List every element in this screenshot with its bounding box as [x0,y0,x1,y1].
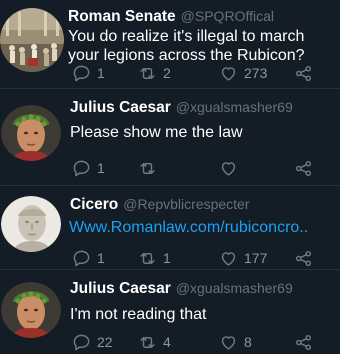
reply-icon [73,65,90,81]
tweet-feed: Roman Senate @SPQROffical You do realize … [0,0,340,354]
retweet-icon [140,162,155,174]
retweet-icon [140,252,155,264]
tweet-header: Julius Caesar @xgualsmasher69 [70,99,293,117]
tweet-actions: 22 4 8 [72,331,327,353]
reply-count: 1 [97,250,105,266]
reply-count: 1 [97,160,105,176]
display-name[interactable]: Cicero [70,196,118,213]
share-icon [295,334,312,350]
cicero-bust-avatar[interactable] [1,196,61,252]
retweet-icon [140,67,155,79]
retweet-count: 4 [163,334,171,350]
tweet-header: Cicero @Repvblicrespecter [70,196,250,214]
display-name[interactable]: Roman Senate [68,8,176,25]
reply-icon [73,160,90,176]
heart-icon [221,251,236,266]
display-name[interactable]: Julius Caesar [70,280,171,297]
retweet-icon [140,336,155,348]
tweet-text: Please show me the law [70,124,243,141]
tweet-julius-caesar-final[interactable]: Julius Caesar @xgualsmasher69 I'm not rea… [0,270,340,354]
like-button[interactable]: 8 [219,331,252,353]
retweet-button[interactable]: 4 [138,331,171,353]
share-button[interactable] [294,331,313,353]
user-handle[interactable]: @Repvblicrespecter [123,196,249,212]
like-count: 177 [244,250,268,266]
reply-button[interactable]: 1 [72,62,105,84]
user-handle[interactable]: @xgualsmasher69 [176,280,293,296]
tweet-actions: 1 1 177 [72,247,327,269]
share-icon [295,250,312,266]
tweet-julius-caesar-reply[interactable]: Julius Caesar @xgualsmasher69 Please show… [0,89,340,186]
like-count: 8 [244,334,252,350]
tweet-link[interactable]: Www.Romanlaw.com/rubiconcro.. [69,219,308,236]
retweet-button[interactable] [138,157,163,179]
reply-count: 22 [97,334,113,350]
tweet-header: Roman Senate @SPQROffical [68,8,274,26]
senate-painting-avatar[interactable] [0,8,64,72]
heart-icon [221,161,236,176]
share-button[interactable] [294,247,313,269]
reply-icon [73,334,90,350]
share-icon [295,65,312,81]
caesar-bust-avatar[interactable] [1,282,61,338]
tweet-cicero[interactable]: Cicero @Repvblicrespecter Www.Romanlaw.co… [0,186,340,270]
user-handle[interactable]: @xgualsmasher69 [176,99,293,115]
display-name[interactable]: Julius Caesar [70,99,171,116]
share-button[interactable] [294,62,313,84]
share-icon [295,160,312,176]
tweet-text: You do realize it's illegal to march you… [68,28,305,64]
tweet-text: Www.Romanlaw.com/rubiconcro.. [69,218,340,237]
retweet-button[interactable]: 1 [138,247,171,269]
retweet-count: 2 [163,65,171,81]
retweet-button[interactable]: 2 [138,62,171,84]
like-button[interactable]: 177 [219,247,267,269]
reply-button[interactable]: 1 [72,157,105,179]
like-count: 273 [244,65,268,81]
tweet-roman-senate[interactable]: Roman Senate @SPQROffical You do realize … [0,0,340,89]
like-button[interactable]: 273 [219,62,267,84]
reply-button[interactable]: 1 [72,247,105,269]
reply-button[interactable]: 22 [72,331,113,353]
user-handle[interactable]: @SPQROffical [181,8,274,24]
tweet-text: I'm not reading that [70,306,207,323]
tweet-actions: 1 [72,157,327,179]
share-button[interactable] [294,157,313,179]
heart-icon [221,66,236,81]
reply-count: 1 [97,65,105,81]
heart-icon [221,335,236,350]
tweet-header: Julius Caesar @xgualsmasher69 [70,280,293,298]
reply-icon [73,250,90,266]
caesar-bust-avatar[interactable] [1,105,61,161]
tweet-actions: 1 2 273 [72,62,327,84]
like-button[interactable] [219,157,244,179]
retweet-count: 1 [163,250,171,266]
